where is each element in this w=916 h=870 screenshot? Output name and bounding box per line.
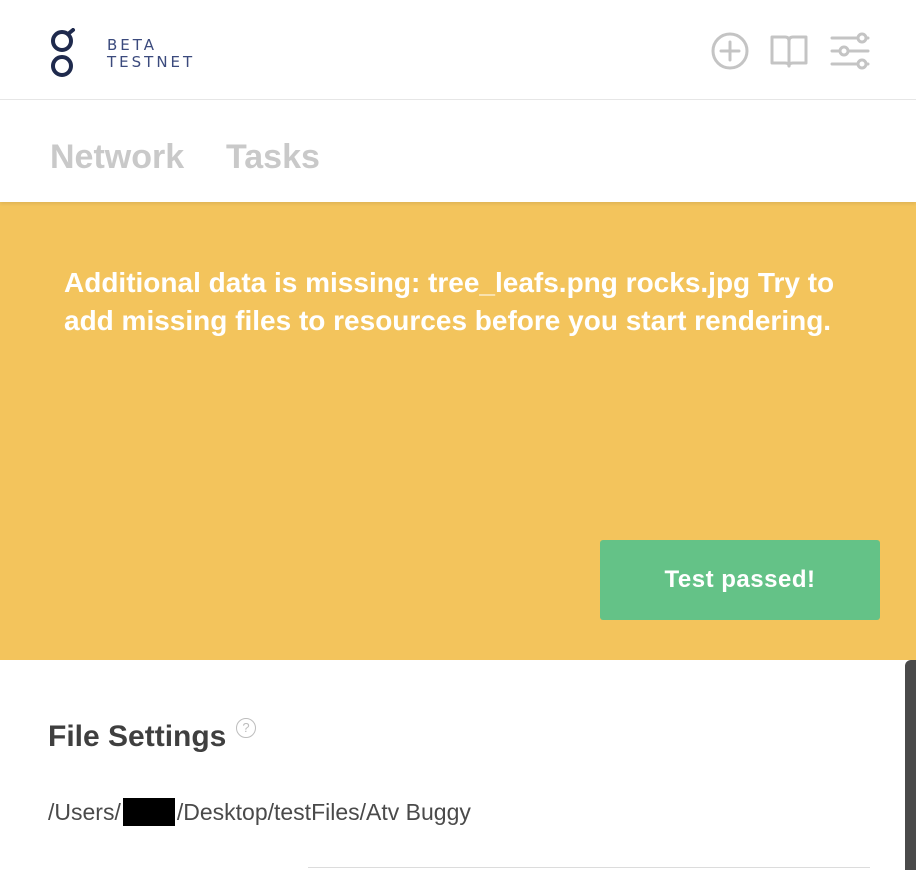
file-settings-title: File Settings — [48, 720, 227, 753]
book-icon[interactable] — [768, 30, 810, 72]
main-tabs: Network Tasks — [0, 100, 916, 202]
redacted-username — [122, 798, 175, 826]
file-path: /Users/ /Desktop/testFiles/Atv Buggy — [48, 798, 471, 826]
plus-circle-icon[interactable] — [709, 30, 751, 72]
brand-line-beta: BETA — [107, 36, 158, 54]
file-path-prefix: /Users/ — [48, 798, 121, 825]
test-passed-button[interactable]: Test passed! — [600, 540, 880, 620]
brand-line-testnet: TESTNET — [107, 53, 196, 71]
divider — [308, 867, 870, 868]
tab-network[interactable]: Network — [50, 138, 184, 177]
missing-data-banner: Additional data is missing: tree_leafs.p… — [0, 202, 916, 660]
golem-logo — [51, 28, 75, 77]
brand-label: BETA TESTNET — [107, 37, 195, 71]
app-header: BETA TESTNET — [0, 0, 916, 100]
sliders-icon[interactable] — [829, 30, 871, 72]
tab-tasks[interactable]: Tasks — [226, 138, 320, 177]
help-icon[interactable]: ? — [236, 718, 256, 738]
file-settings-panel: File Settings ? /Users/ /Desktop/testFil… — [0, 660, 916, 870]
file-path-suffix: /Desktop/testFiles/Atv Buggy — [176, 798, 471, 825]
banner-message: Additional data is missing: tree_leafs.p… — [64, 267, 835, 336]
scrollbar[interactable] — [905, 660, 916, 870]
